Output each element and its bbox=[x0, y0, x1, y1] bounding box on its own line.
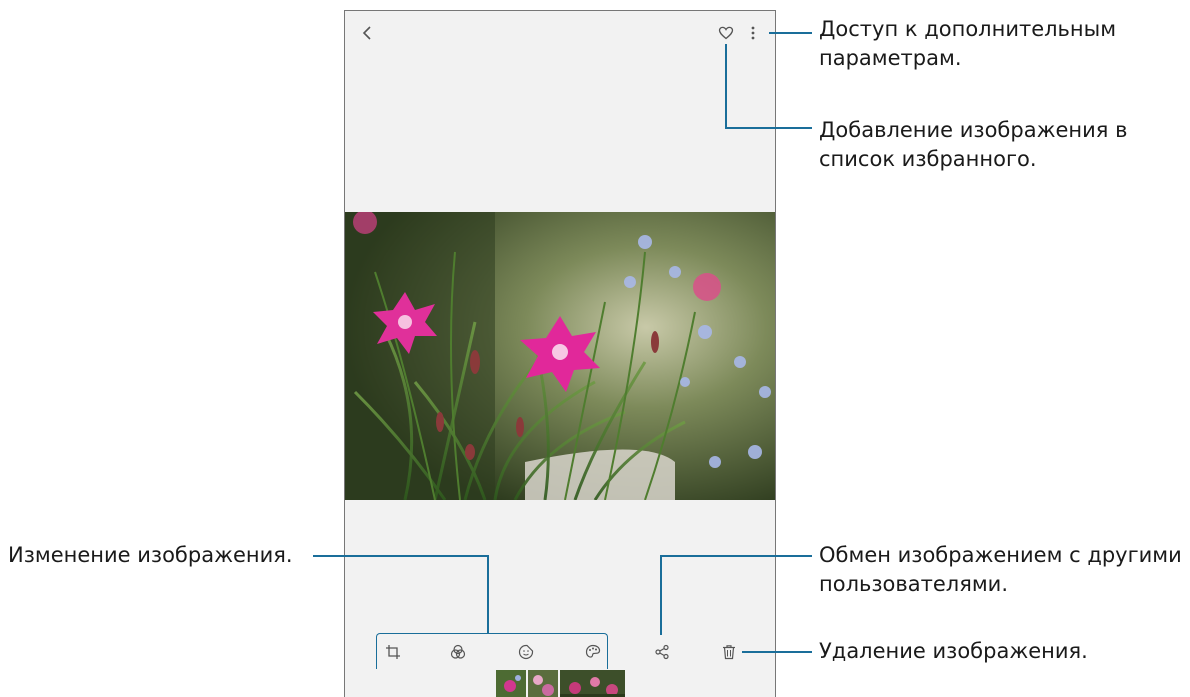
callout-line-share-h bbox=[660, 555, 812, 557]
callout-bracket-edit bbox=[376, 633, 608, 669]
back-button[interactable] bbox=[357, 23, 377, 43]
stage: Доступ к дополнительным параметрам. Доба… bbox=[0, 0, 1190, 697]
flower-photo-image bbox=[345, 212, 775, 500]
thumbnail-image bbox=[528, 670, 558, 697]
callout-share: Обмен изображением с другими пользовател… bbox=[819, 543, 1182, 596]
favorite-button[interactable] bbox=[716, 23, 736, 43]
callout-line-share-v bbox=[660, 555, 662, 635]
callout-line-edit-h bbox=[313, 555, 488, 557]
share-button[interactable] bbox=[652, 642, 672, 662]
share-icon bbox=[655, 644, 669, 660]
callout-delete: Удаление изображения. bbox=[819, 639, 1088, 663]
more-options-button[interactable] bbox=[743, 23, 763, 43]
thumbnail-1[interactable] bbox=[496, 670, 526, 697]
callout-favorite: Добавление изображения в список избранно… bbox=[819, 118, 1128, 171]
callout-line-delete bbox=[742, 651, 812, 653]
callout-more-options: Доступ к дополнительным параметрам. bbox=[819, 17, 1117, 70]
callout-line-edit-v bbox=[487, 555, 489, 634]
back-icon bbox=[362, 26, 371, 40]
heart-icon bbox=[718, 26, 734, 40]
callout-line-more-options bbox=[769, 32, 812, 34]
thumbnail-2[interactable] bbox=[528, 670, 558, 697]
delete-button[interactable] bbox=[719, 642, 739, 662]
thumbnail-image bbox=[496, 670, 526, 697]
callout-line-favorite-v bbox=[725, 44, 727, 128]
phone-screen bbox=[344, 10, 776, 697]
thumbnail-3[interactable] bbox=[560, 670, 625, 697]
main-photo[interactable] bbox=[345, 212, 775, 500]
callout-edit: Изменение изображения. bbox=[8, 543, 293, 567]
callout-line-favorite-h bbox=[725, 127, 812, 129]
trash-icon bbox=[723, 645, 735, 660]
more-vertical-icon bbox=[751, 26, 755, 40]
thumbnail-image bbox=[560, 670, 625, 697]
